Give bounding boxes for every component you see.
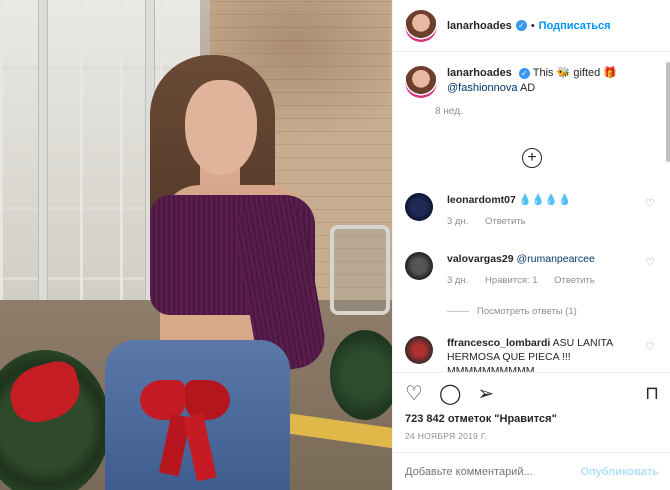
comment-like-heart-icon[interactable]: ♡ (645, 197, 655, 210)
comment-reply-button[interactable]: Ответить (554, 275, 595, 286)
comment-item: valovargas29 @rumanpearcee 3 дн. Нравитс… (405, 252, 655, 288)
comment-body: leonardomt07 💧💧💧💧 3 дн. Ответить (447, 193, 637, 229)
bookmark-icon[interactable]: ⊓ (645, 383, 659, 404)
caption-tag: AD (519, 82, 536, 94)
add-comment-bar: Опубликовать (393, 452, 670, 490)
photo-greenery (330, 330, 392, 420)
photo-hose-reel (330, 225, 390, 315)
instagram-post-view: lanarhoades ✓ • Подписаться lanarhoades … (0, 0, 670, 490)
comment-like-heart-icon[interactable]: ♡ (645, 256, 655, 269)
comment-like-heart-icon[interactable]: ♡ (645, 340, 655, 353)
comment-text: 💧💧💧💧 (518, 194, 572, 206)
add-comment-input[interactable] (405, 465, 581, 478)
photo-face (185, 80, 257, 175)
caption-author-avatar[interactable] (405, 66, 437, 98)
photo-red-bow (140, 375, 230, 482)
comment-item: leonardomt07 💧💧💧💧 3 дн. Ответить ♡ (405, 193, 655, 229)
author-avatar[interactable] (405, 9, 437, 42)
commenter-avatar[interactable] (405, 336, 433, 364)
comment-username[interactable]: valovargas29 (447, 253, 514, 265)
post-side-panel: lanarhoades ✓ • Подписаться lanarhoades … (392, 0, 670, 490)
comment-time: 3 дн. (447, 216, 469, 227)
action-icons: ♡ ◯ ➢ (405, 383, 659, 405)
comment-item: ffrancesco_lombardi ASU LANITA HERMOSA Q… (405, 336, 655, 372)
load-more-comments-button[interactable]: + (522, 148, 542, 168)
comments-scrollbar[interactable] (666, 62, 670, 162)
publish-button[interactable]: Опубликовать (580, 466, 659, 478)
comment-username[interactable]: ffrancesco_lombardi (447, 337, 550, 349)
post-caption: lanarhoades ✓ This 🐝 gifted 🎁 @fashionno… (393, 52, 670, 98)
verified-badge-icon: ✓ (515, 20, 527, 31)
comment-reply-button[interactable]: Ответить (485, 216, 526, 227)
caption-mention-link[interactable]: @fashionnova (447, 82, 518, 94)
comment-meta: 3 дн. Нравится: 1 Ответить (447, 274, 637, 288)
share-send-icon[interactable]: ➢ (477, 383, 494, 405)
caption-username[interactable]: lanarhoades (447, 67, 512, 79)
bow-loop-left (140, 380, 185, 420)
comment-meta: 3 дн. Ответить (447, 215, 637, 229)
comment-time: 3 дн. (447, 275, 469, 286)
comment-likes-count[interactable]: Нравится: 1 (485, 275, 537, 286)
post-photo[interactable] (0, 0, 392, 490)
comment-bubble-icon[interactable]: ◯ (439, 383, 461, 405)
caption-body: This 🐝 gifted 🎁 (532, 67, 617, 79)
post-age: 8 нед. (435, 106, 463, 117)
comment-body: valovargas29 @rumanpearcee 3 дн. Нравитс… (447, 252, 637, 288)
plus-circle-icon: + (527, 149, 537, 166)
likes-count[interactable]: 723 842 отметок "Нравится" (405, 413, 659, 425)
commenter-avatar[interactable] (405, 193, 433, 221)
comment-username[interactable]: leonardomt07 (447, 194, 516, 206)
post-actions: ♡ ◯ ➢ ⊓ 723 842 отметок "Нравится" 24 НО… (393, 372, 670, 452)
follow-button[interactable]: Подписаться (539, 20, 611, 32)
commenter-avatar[interactable] (405, 252, 433, 280)
author-username[interactable]: lanarhoades (447, 20, 512, 32)
comment-body: ffrancesco_lombardi ASU LANITA HERMOSA Q… (447, 336, 637, 372)
like-heart-icon[interactable]: ♡ (405, 383, 423, 405)
post-date: 24 НОЯБРЯ 2019 Г. (405, 431, 488, 441)
caption-text: lanarhoades ✓ This 🐝 gifted 🎁 @fashionno… (447, 66, 617, 98)
comment-mention-link[interactable]: @rumanpearcee (516, 253, 594, 265)
bow-loop-right (185, 380, 230, 420)
header-separator: • (530, 19, 535, 32)
verified-badge-icon: ✓ (518, 68, 530, 79)
post-header: lanarhoades ✓ • Подписаться (393, 0, 670, 52)
view-replies-button[interactable]: Посмотреть ответы (1) (447, 306, 577, 317)
